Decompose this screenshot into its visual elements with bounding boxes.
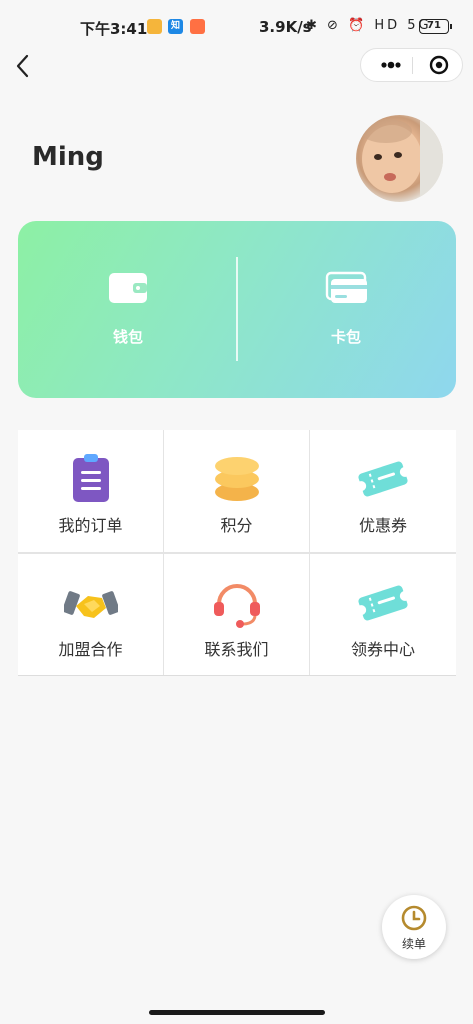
menu-label: 联系我们 — [204, 640, 269, 659]
clipboard-icon — [72, 454, 109, 502]
menu-label: 优惠券 — [358, 516, 407, 535]
headset-icon — [213, 584, 260, 628]
menu-label: 加盟合作 — [58, 640, 123, 659]
username: Ming — [32, 142, 104, 172]
status-icons: ✱ ⊘ ⏰ HD 5G — [306, 18, 432, 33]
menu-item-contact[interactable]: 联系我们 — [164, 554, 309, 676]
more-dots-icon — [381, 61, 401, 69]
card-holder-icon — [325, 271, 367, 303]
renew-order-button[interactable]: 续单 — [382, 895, 446, 959]
menu-item-coupon-center[interactable]: 领券中心 — [310, 554, 456, 676]
back-button[interactable] — [12, 52, 36, 80]
menu-item-orders[interactable]: 我的订单 — [18, 430, 163, 552]
mini-program-capsule — [360, 48, 463, 82]
menu-label: 领券中心 — [350, 640, 415, 659]
menu-grid: 我的订单 积分 优惠券 加盟合作 联系我们 领券中心 — [18, 430, 456, 676]
menu-label: 我的订单 — [58, 516, 123, 535]
battery-icon: 71 — [419, 19, 452, 34]
renew-order-label: 续单 — [401, 937, 426, 951]
orange-app-icon — [190, 19, 205, 34]
wallet-button[interactable]: 钱包 — [68, 271, 188, 351]
chevron-left-icon — [16, 54, 29, 78]
baby-photo-icon — [360, 115, 443, 202]
handshake-icon — [63, 591, 118, 618]
network-speed: 3.9K/s — [259, 18, 312, 36]
card-divider — [236, 257, 238, 361]
avatar[interactable] — [356, 115, 443, 202]
ticket-icon — [356, 461, 410, 497]
target-close-icon — [429, 55, 449, 75]
wallet-card: 钱包 卡包 — [18, 221, 456, 398]
cards-button[interactable]: 卡包 — [286, 271, 406, 351]
menu-item-points[interactable]: 积分 — [164, 430, 309, 552]
status-bar: 下午3:41 知 3.9K/s ✱ ⊘ ⏰ HD 5G 71 — [0, 0, 473, 52]
close-button[interactable] — [421, 49, 461, 81]
menu-item-franchise[interactable]: 加盟合作 — [18, 554, 163, 676]
grid-divider — [18, 675, 456, 676]
cards-label: 卡包 — [330, 328, 361, 346]
coins-icon — [214, 457, 259, 501]
menu-item-coupons[interactable]: 优惠券 — [310, 430, 456, 552]
notes-app-icon — [147, 19, 162, 34]
capsule-divider — [412, 57, 413, 74]
status-time: 下午3:41 — [80, 20, 148, 38]
ticket-center-icon — [356, 585, 410, 621]
more-button[interactable] — [371, 49, 411, 81]
wallet-label: 钱包 — [112, 328, 143, 346]
menu-label: 积分 — [220, 516, 253, 535]
clock-icon — [401, 905, 427, 931]
wallet-icon — [109, 273, 147, 303]
home-indicator[interactable] — [149, 1010, 325, 1015]
zhihu-app-icon: 知 — [168, 19, 183, 34]
